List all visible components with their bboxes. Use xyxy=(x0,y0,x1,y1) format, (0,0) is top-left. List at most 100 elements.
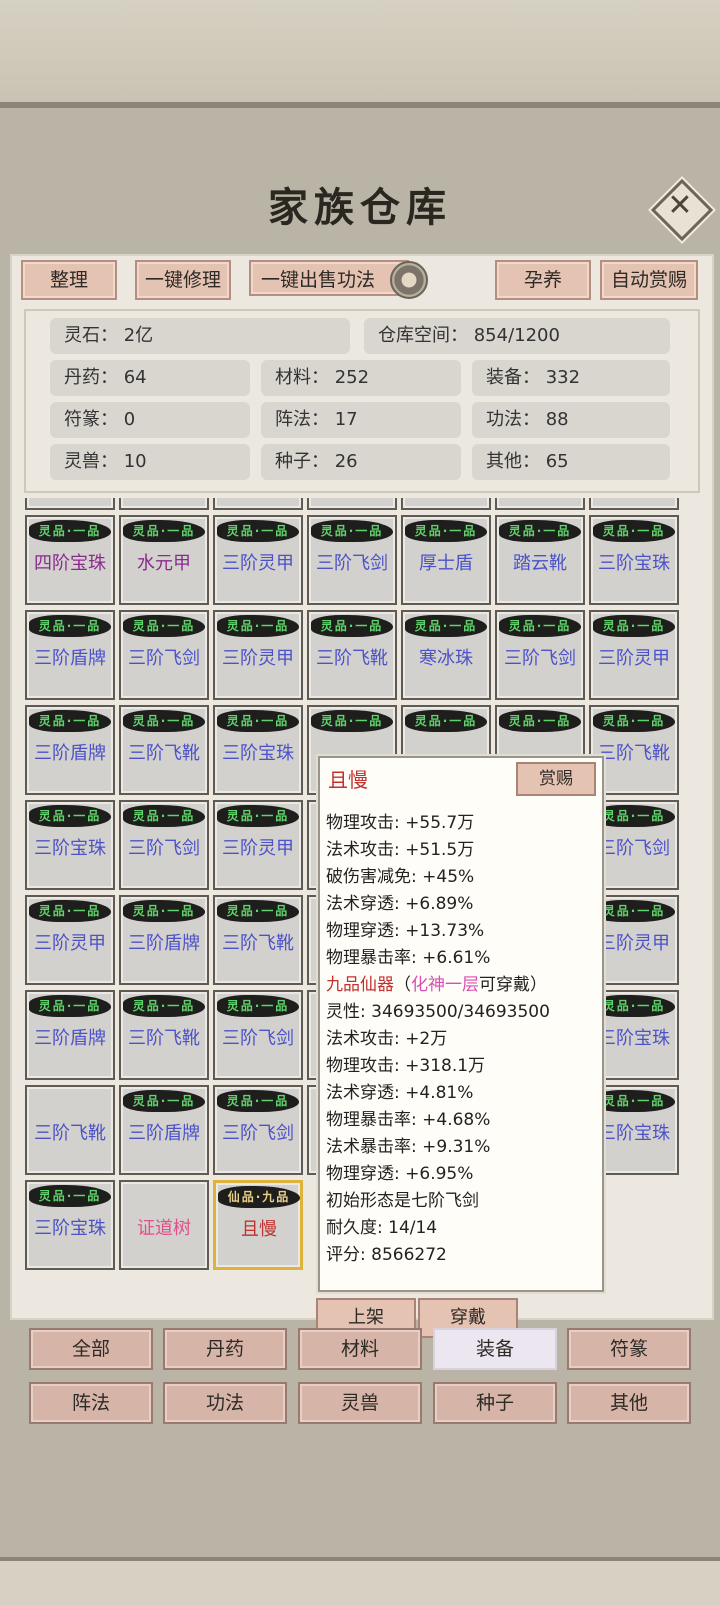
category-tab[interactable]: 灵兽 xyxy=(298,1382,422,1424)
category-tab[interactable]: 种子 xyxy=(433,1382,557,1424)
item-slot[interactable] xyxy=(213,498,303,510)
item-grade-tag: 灵品·一品 xyxy=(217,805,299,827)
item-name: 三阶宝珠 xyxy=(34,838,106,859)
item-slot[interactable]: 灵品·一品三阶飞剑 xyxy=(307,515,397,605)
category-tab[interactable]: 阵法 xyxy=(29,1382,153,1424)
item-name: 踏云靴 xyxy=(513,553,567,574)
formations-stat: 阵法： 17 xyxy=(261,402,461,438)
item-slot[interactable]: 灵品·一品 三阶飞剑 xyxy=(495,610,585,700)
item-slot[interactable]: 灵品·一品 三阶盾牌 xyxy=(119,895,209,985)
repair-all-button[interactable]: 一键修理 xyxy=(135,260,231,300)
item-name: 三阶飞靴 xyxy=(316,648,388,669)
item-slot[interactable]: 灵品·一品 三阶飞靴 xyxy=(119,990,209,1080)
item-grade-tag: 灵品·一品 xyxy=(217,520,299,542)
item-slot[interactable]: 灵品·一品 三阶宝珠 xyxy=(213,705,303,795)
category-tab[interactable]: 其他 xyxy=(567,1382,691,1424)
item-grade-tag: 灵品·一品 xyxy=(311,615,393,637)
item-slot[interactable]: 三阶飞靴 xyxy=(25,1085,115,1175)
item-grade-tag: 灵品·一品 xyxy=(123,710,205,732)
item-slot[interactable]: 灵品·一品 三阶飞剑 xyxy=(213,990,303,1080)
item-slot[interactable]: 灵品·一品 三阶宝珠 xyxy=(589,515,679,605)
tooltip-stat-line: 物理暴击率: +6.61% xyxy=(326,948,491,968)
item-slot[interactable] xyxy=(401,498,491,510)
item-slot[interactable]: 灵品·一品 三阶飞靴 xyxy=(119,705,209,795)
tooltip-item-name: 且慢 xyxy=(328,768,368,792)
item-slot[interactable]: 灵品·一品三阶宝珠 xyxy=(25,800,115,890)
item-name: 水元甲 xyxy=(137,553,191,574)
item-name: 证道树 xyxy=(137,1218,191,1239)
item-slot[interactable]: 灵品·一品 三阶灵甲 xyxy=(25,895,115,985)
tooltip-stat-line: 初始形态是七阶飞剑 xyxy=(326,1191,479,1211)
category-tab[interactable]: 符篆 xyxy=(567,1328,691,1370)
item-grade-tag: 灵品·一品 xyxy=(29,710,111,732)
item-name: 厚士盾 xyxy=(419,553,473,574)
item-slot[interactable]: 灵品·一品 四阶宝珠 xyxy=(25,515,115,605)
item-slot[interactable] xyxy=(589,498,679,510)
reward-button[interactable]: 赏赐 xyxy=(516,762,596,796)
item-slot[interactable]: 灵品·一品三阶灵甲 xyxy=(213,515,303,605)
tooltip-grade: 九品仙器 xyxy=(326,975,394,995)
item-name: 三阶飞剑 xyxy=(222,1028,294,1049)
nurture-button[interactable]: 孕养 xyxy=(495,260,591,300)
item-slot[interactable]: 灵品·一品 三阶盾牌 xyxy=(25,705,115,795)
item-grade-tag: 灵品·一品 xyxy=(123,900,205,922)
item-slot[interactable]: 灵品·一品 踏云靴 xyxy=(495,515,585,605)
item-name: 三阶飞剑 xyxy=(316,553,388,574)
category-tab[interactable]: 装备 xyxy=(433,1328,557,1370)
item-grade-tag: 灵品·一品 xyxy=(217,900,299,922)
item-slot[interactable]: 灵品·一品 三阶盾牌 xyxy=(25,610,115,700)
sell-all-skills-button[interactable]: 一键出售功法 xyxy=(249,260,409,296)
category-tab[interactable]: 丹药 xyxy=(163,1328,287,1370)
item-grade-tag: 灵品·一品 xyxy=(29,805,111,827)
item-grade-tag: 灵品·一品 xyxy=(217,615,299,637)
auto-reward-button[interactable]: 自动赏赐 xyxy=(600,260,698,300)
category-tab[interactable]: 全部 xyxy=(29,1328,153,1370)
item-slot[interactable] xyxy=(25,498,115,510)
tooltip-req: 可穿戴） xyxy=(479,975,547,995)
item-slot[interactable]: 灵品·一品 三阶灵甲 xyxy=(589,610,679,700)
item-slot[interactable]: 灵品·一品 三阶宝珠 xyxy=(25,1180,115,1270)
item-name: 三阶灵甲 xyxy=(222,553,294,574)
item-grade-tag: 灵品·一品 xyxy=(29,615,111,637)
equipment-stat: 装备： 332 xyxy=(472,360,670,396)
item-grade-tag: 灵品·一品 xyxy=(29,900,111,922)
item-slot[interactable]: 仙品·九品 且慢 xyxy=(213,1180,303,1270)
item-grade-tag: 灵品·一品 xyxy=(29,995,111,1017)
item-grade-tag: 灵品·一品 xyxy=(499,710,581,732)
item-name: 且慢 xyxy=(241,1219,277,1240)
item-slot[interactable] xyxy=(495,498,585,510)
item-slot[interactable]: 灵品·一品 寒冰珠 xyxy=(401,610,491,700)
spirit-stone-stat: 灵石： 2亿 xyxy=(50,318,350,354)
item-slot[interactable] xyxy=(119,498,209,510)
category-tab[interactable]: 材料 xyxy=(298,1328,422,1370)
item-slot[interactable]: 灵品·一品三阶飞靴 xyxy=(213,895,303,985)
item-slot[interactable]: 灵品·一品水元甲 xyxy=(119,515,209,605)
tooltip-stat-line: 物理穿透: +6.95% xyxy=(326,1164,474,1184)
item-slot[interactable]: 灵品·一品 三阶灵甲 xyxy=(213,610,303,700)
talismans-stat: 符篆： 0 xyxy=(50,402,250,438)
item-grade-tag: 灵品·一品 xyxy=(405,615,487,637)
item-slot[interactable]: 灵品·一品 三阶飞剑 xyxy=(119,610,209,700)
sort-button[interactable]: 整理 xyxy=(21,260,117,300)
item-slot[interactable]: 证道树 xyxy=(119,1180,209,1270)
close-button[interactable]: ✕ xyxy=(650,178,714,242)
item-name: 三阶飞靴 xyxy=(222,933,294,954)
item-name: 三阶宝珠 xyxy=(34,1218,106,1239)
item-grade-tag: 灵品·一品 xyxy=(311,520,393,542)
item-slot[interactable]: 灵品·一品 三阶飞剑 xyxy=(213,1085,303,1175)
item-slot[interactable]: 灵品·一品 三阶灵甲 xyxy=(213,800,303,890)
item-slot[interactable]: 灵品·一品 厚士盾 xyxy=(401,515,491,605)
item-slot[interactable]: 灵品·一品 三阶盾牌 xyxy=(25,990,115,1080)
item-grade-tag: 灵品·一品 xyxy=(593,710,675,732)
item-slot[interactable] xyxy=(307,498,397,510)
item-name: 四阶宝珠 xyxy=(34,553,106,574)
category-tab[interactable]: 功法 xyxy=(163,1382,287,1424)
item-slot[interactable]: 灵品·一品 三阶飞剑 xyxy=(119,800,209,890)
tooltip-stat-line: 法术攻击: +51.5万 xyxy=(326,840,475,860)
item-slot[interactable]: 灵品·一品三阶飞靴 xyxy=(307,610,397,700)
gear-icon[interactable] xyxy=(390,261,428,299)
item-grade-tag: 灵品·一品 xyxy=(123,520,205,542)
item-slot[interactable]: 灵品·一品 三阶盾牌 xyxy=(119,1085,209,1175)
item-name: 三阶飞剑 xyxy=(128,838,200,859)
item-name: 三阶盾牌 xyxy=(128,1123,200,1144)
